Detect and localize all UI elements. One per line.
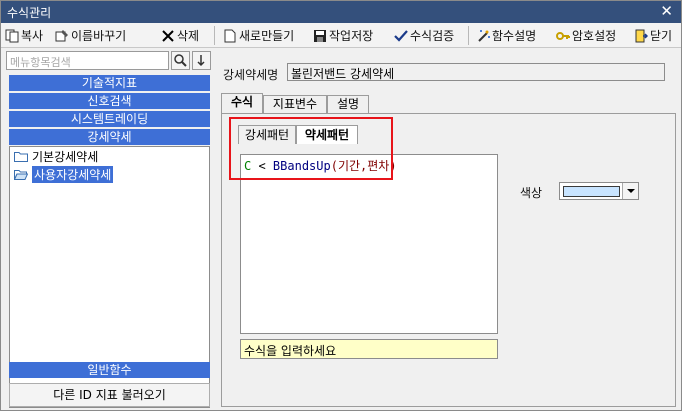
- function-help-button[interactable]: 함수설명: [476, 26, 536, 45]
- copy-label: 복사: [21, 29, 44, 43]
- verify-label: 수식검증: [410, 29, 455, 43]
- password-label: 암호설정: [572, 29, 617, 43]
- tree-item-user-bull-bear[interactable]: 사용자강세약세: [13, 165, 114, 183]
- category-bull-bear[interactable]: 강세약세: [9, 129, 210, 145]
- category-general-functions[interactable]: 일반함수: [9, 362, 210, 378]
- checkmark-icon: [394, 29, 408, 43]
- highlight-annotation: [229, 117, 393, 180]
- new-document-icon: [223, 29, 237, 43]
- category-system-trading[interactable]: 시스템트레이딩: [9, 111, 210, 127]
- toolbar-separator: [214, 26, 215, 45]
- formula-panel: 강세패턴 약세패턴 C < BBandsUp(기간,편차) 수식을 입력하세요 …: [221, 113, 676, 407]
- window-title: 수식관리: [7, 6, 52, 20]
- formula-hint: 수식을 입력하세요: [240, 339, 498, 359]
- load-other-id-button[interactable]: 다른 ID 지표 불러오기: [9, 383, 210, 407]
- copy-button[interactable]: 복사: [5, 26, 43, 45]
- color-label: 색상: [520, 186, 543, 200]
- save-label: 작업저장: [329, 29, 374, 43]
- password-button[interactable]: 암호설정: [556, 26, 616, 45]
- exit-door-icon: [634, 29, 649, 43]
- close-button[interactable]: 닫기: [634, 26, 672, 45]
- formula-manager-window: 수식관리 ✕ 복사 이름바꾸기 삭제 새로만들기 작업저장 수식검증 함수설명 …: [0, 0, 682, 411]
- new-button[interactable]: 새로만들기: [223, 26, 294, 45]
- open-folder-icon: [13, 169, 29, 180]
- delete-button[interactable]: 삭제: [161, 26, 199, 45]
- chevron-down-icon[interactable]: [622, 183, 638, 199]
- function-help-label: 함수설명: [492, 29, 537, 43]
- tree-item-label: 기본강세약세: [32, 149, 99, 164]
- rename-button[interactable]: 이름바꾸기: [55, 26, 126, 45]
- arrow-down-icon: [197, 55, 205, 67]
- color-swatch: [563, 186, 620, 197]
- tab-description[interactable]: 설명: [327, 95, 369, 113]
- save-icon: [313, 29, 327, 43]
- verify-button[interactable]: 수식검증: [394, 26, 454, 45]
- close-label: 닫기: [650, 29, 673, 43]
- key-icon: [556, 29, 570, 43]
- tab-formula[interactable]: 수식: [221, 93, 263, 113]
- next-button[interactable]: [192, 51, 211, 70]
- menu-search-input[interactable]: 메뉴항목검색: [6, 51, 169, 70]
- search-button[interactable]: [171, 51, 190, 70]
- tab-indicator-variables[interactable]: 지표변수: [263, 95, 327, 113]
- delete-icon: [161, 29, 175, 43]
- rename-label: 이름바꾸기: [71, 29, 127, 43]
- toolbar-separator: [468, 26, 469, 45]
- copy-icon: [5, 29, 19, 43]
- rename-icon: [55, 29, 69, 43]
- delete-label: 삭제: [177, 29, 200, 43]
- sidebar: 메뉴항목검색 기술적지표 신호검색 시스템트레이딩 강세약세 기본강세약세 사용…: [3, 49, 213, 410]
- name-label: 강세약세명: [223, 68, 279, 82]
- tree-item-default-bull-bear[interactable]: 기본강세약세: [14, 148, 98, 164]
- category-signal-search[interactable]: 신호검색: [9, 93, 210, 109]
- tree-item-label-selected: 사용자강세약세: [32, 165, 114, 183]
- color-picker[interactable]: [559, 182, 639, 200]
- title-bar: 수식관리 ✕: [1, 1, 681, 23]
- category-technical-indicators[interactable]: 기술적지표: [9, 75, 210, 91]
- folder-icon: [14, 151, 28, 162]
- toolbar: 복사 이름바꾸기 삭제 새로만들기 작업저장 수식검증 함수설명 암호설정 닫기: [1, 23, 681, 48]
- new-label: 새로만들기: [239, 29, 295, 43]
- magic-wand-icon: [476, 29, 490, 43]
- close-icon[interactable]: ✕: [660, 2, 673, 20]
- main-panel: 강세약세명 볼린저밴드 강세약세 수식 지표변수 설명 강세패턴 약세패턴 C …: [215, 49, 681, 410]
- formula-editor[interactable]: C < BBandsUp(기간,편차): [240, 154, 498, 334]
- save-button[interactable]: 작업저장: [313, 26, 373, 45]
- search-icon: [174, 54, 187, 67]
- name-field[interactable]: 볼린저밴드 강세약세: [287, 63, 665, 81]
